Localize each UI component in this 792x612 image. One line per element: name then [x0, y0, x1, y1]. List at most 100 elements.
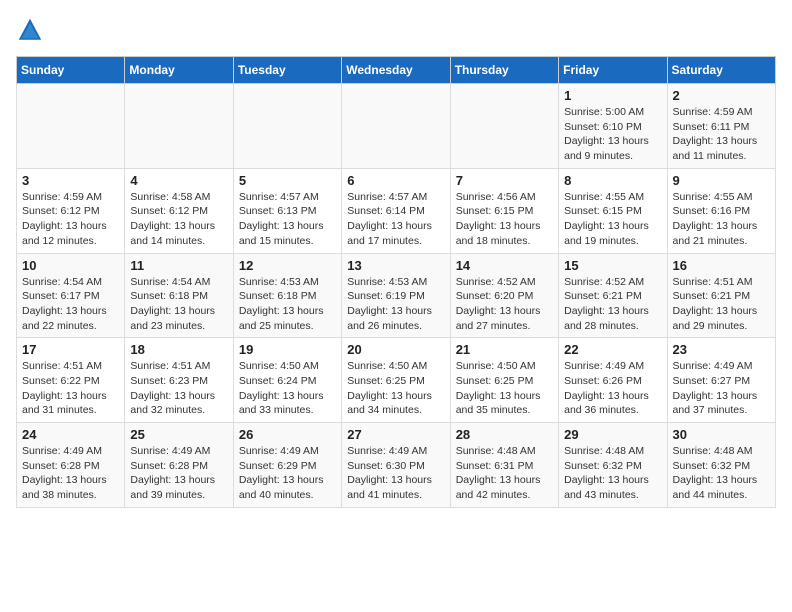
day-info: Sunrise: 4:50 AM Sunset: 6:24 PM Dayligh… — [239, 359, 336, 418]
calendar-day-cell: 1Sunrise: 5:00 AM Sunset: 6:10 PM Daylig… — [559, 84, 667, 169]
calendar-day-cell: 6Sunrise: 4:57 AM Sunset: 6:14 PM Daylig… — [342, 168, 450, 253]
day-number: 4 — [130, 173, 227, 188]
day-number: 18 — [130, 342, 227, 357]
day-number: 14 — [456, 258, 553, 273]
day-info: Sunrise: 4:55 AM Sunset: 6:16 PM Dayligh… — [673, 190, 770, 249]
day-info: Sunrise: 4:54 AM Sunset: 6:17 PM Dayligh… — [22, 275, 119, 334]
calendar-day-cell: 3 Sunrise: 4:59 AM Sunset: 6:12 PM Daylig… — [17, 168, 125, 253]
calendar-day-cell: 27 Sunrise: 4:49 AM Sunset: 6:30 PM Dayli… — [342, 423, 450, 508]
calendar-day-cell: 18 Sunrise: 4:51 AM Sunset: 6:23 PM Dayli… — [125, 338, 233, 423]
day-info: Sunrise: 4:50 AM Sunset: 6:25 PM Dayligh… — [347, 359, 444, 418]
weekday-header-thursday: Thursday — [450, 57, 558, 84]
calendar-day-cell: 15Sunrise: 4:52 AM Sunset: 6:21 PM Dayli… — [559, 253, 667, 338]
day-number: 12 — [239, 258, 336, 273]
day-info: Sunrise: 4:59 AM Sunset: 6:12 PM Dayligh… — [22, 190, 119, 249]
day-info: Sunrise: 4:53 AM Sunset: 6:18 PM Dayligh… — [239, 275, 336, 334]
day-number: 5 — [239, 173, 336, 188]
day-number: 1 — [564, 88, 661, 103]
day-info: Sunrise: 4:52 AM Sunset: 6:20 PM Dayligh… — [456, 275, 553, 334]
day-number: 7 — [456, 173, 553, 188]
calendar-day-cell: 4 Sunrise: 4:58 AM Sunset: 6:12 PM Daylig… — [125, 168, 233, 253]
calendar-day-cell: 28Sunrise: 4:48 AM Sunset: 6:31 PM Dayli… — [450, 423, 558, 508]
day-number: 30 — [673, 427, 770, 442]
calendar-week-row: 1Sunrise: 5:00 AM Sunset: 6:10 PM Daylig… — [17, 84, 776, 169]
calendar-day-cell — [17, 84, 125, 169]
day-number: 22 — [564, 342, 661, 357]
day-number: 10 — [22, 258, 119, 273]
day-info: Sunrise: 4:51 AM Sunset: 6:22 PM Dayligh… — [22, 359, 119, 418]
day-number: 9 — [673, 173, 770, 188]
day-info: Sunrise: 4:49 AM Sunset: 6:28 PM Dayligh… — [130, 444, 227, 503]
day-info: Sunrise: 4:49 AM Sunset: 6:27 PM Dayligh… — [673, 359, 770, 418]
day-info: Sunrise: 4:48 AM Sunset: 6:31 PM Dayligh… — [456, 444, 553, 503]
calendar-week-row: 10 Sunrise: 4:54 AM Sunset: 6:17 PM Dayli… — [17, 253, 776, 338]
day-info: Sunrise: 4:52 AM Sunset: 6:21 PM Dayligh… — [564, 275, 661, 334]
calendar-day-cell: 17 Sunrise: 4:51 AM Sunset: 6:22 PM Dayli… — [17, 338, 125, 423]
calendar-day-cell: 5 Sunrise: 4:57 AM Sunset: 6:13 PM Daylig… — [233, 168, 341, 253]
day-info: Sunrise: 4:51 AM Sunset: 6:21 PM Dayligh… — [673, 275, 770, 334]
day-info: Sunrise: 4:49 AM Sunset: 6:30 PM Dayligh… — [347, 444, 444, 503]
calendar-day-cell: 14 Sunrise: 4:52 AM Sunset: 6:20 PM Dayli… — [450, 253, 558, 338]
calendar-day-cell: 20 Sunrise: 4:50 AM Sunset: 6:25 PM Dayli… — [342, 338, 450, 423]
day-number: 25 — [130, 427, 227, 442]
calendar-table: SundayMondayTuesdayWednesdayThursdayFrid… — [16, 56, 776, 508]
calendar-day-cell: 9 Sunrise: 4:55 AM Sunset: 6:16 PM Daylig… — [667, 168, 775, 253]
day-number: 2 — [673, 88, 770, 103]
day-number: 21 — [456, 342, 553, 357]
day-info: Sunrise: 4:48 AM Sunset: 6:32 PM Dayligh… — [673, 444, 770, 503]
calendar-day-cell: 29 Sunrise: 4:48 AM Sunset: 6:32 PM Dayli… — [559, 423, 667, 508]
day-number: 26 — [239, 427, 336, 442]
weekday-header-wednesday: Wednesday — [342, 57, 450, 84]
day-info: Sunrise: 4:54 AM Sunset: 6:18 PM Dayligh… — [130, 275, 227, 334]
day-number: 11 — [130, 258, 227, 273]
day-number: 20 — [347, 342, 444, 357]
calendar-day-cell: 2 Sunrise: 4:59 AM Sunset: 6:11 PM Daylig… — [667, 84, 775, 169]
calendar-day-cell: 11 Sunrise: 4:54 AM Sunset: 6:18 PM Dayli… — [125, 253, 233, 338]
day-info: Sunrise: 4:56 AM Sunset: 6:15 PM Dayligh… — [456, 190, 553, 249]
day-number: 6 — [347, 173, 444, 188]
calendar-day-cell: 10 Sunrise: 4:54 AM Sunset: 6:17 PM Dayli… — [17, 253, 125, 338]
day-info: Sunrise: 4:57 AM Sunset: 6:13 PM Dayligh… — [239, 190, 336, 249]
calendar-day-cell — [450, 84, 558, 169]
day-number: 19 — [239, 342, 336, 357]
day-number: 29 — [564, 427, 661, 442]
logo-icon — [16, 16, 44, 44]
day-info: Sunrise: 4:49 AM Sunset: 6:26 PM Dayligh… — [564, 359, 661, 418]
calendar-day-cell: 13 Sunrise: 4:53 AM Sunset: 6:19 PM Dayli… — [342, 253, 450, 338]
calendar-day-cell: 26Sunrise: 4:49 AM Sunset: 6:29 PM Dayli… — [233, 423, 341, 508]
day-number: 8 — [564, 173, 661, 188]
calendar-day-cell — [342, 84, 450, 169]
calendar-day-cell: 8 Sunrise: 4:55 AM Sunset: 6:15 PM Daylig… — [559, 168, 667, 253]
day-info: Sunrise: 4:50 AM Sunset: 6:25 PM Dayligh… — [456, 359, 553, 418]
day-number: 13 — [347, 258, 444, 273]
calendar-day-cell: 30 Sunrise: 4:48 AM Sunset: 6:32 PM Dayli… — [667, 423, 775, 508]
day-info: Sunrise: 4:53 AM Sunset: 6:19 PM Dayligh… — [347, 275, 444, 334]
calendar-day-cell: 25 Sunrise: 4:49 AM Sunset: 6:28 PM Dayli… — [125, 423, 233, 508]
calendar-day-cell — [125, 84, 233, 169]
weekday-header-sunday: Sunday — [17, 57, 125, 84]
day-number: 17 — [22, 342, 119, 357]
calendar-day-cell: 19 Sunrise: 4:50 AM Sunset: 6:24 PM Dayli… — [233, 338, 341, 423]
day-number: 27 — [347, 427, 444, 442]
day-number: 23 — [673, 342, 770, 357]
day-number: 16 — [673, 258, 770, 273]
day-info: Sunrise: 4:55 AM Sunset: 6:15 PM Dayligh… — [564, 190, 661, 249]
calendar-week-row: 17 Sunrise: 4:51 AM Sunset: 6:22 PM Dayli… — [17, 338, 776, 423]
day-info: Sunrise: 4:59 AM Sunset: 6:11 PM Dayligh… — [673, 105, 770, 164]
day-info: Sunrise: 4:51 AM Sunset: 6:23 PM Dayligh… — [130, 359, 227, 418]
calendar-day-cell: 23 Sunrise: 4:49 AM Sunset: 6:27 PM Dayli… — [667, 338, 775, 423]
calendar-week-row: 24 Sunrise: 4:49 AM Sunset: 6:28 PM Dayli… — [17, 423, 776, 508]
calendar-week-row: 3 Sunrise: 4:59 AM Sunset: 6:12 PM Daylig… — [17, 168, 776, 253]
weekday-header-monday: Monday — [125, 57, 233, 84]
day-number: 24 — [22, 427, 119, 442]
weekday-header-row: SundayMondayTuesdayWednesdayThursdayFrid… — [17, 57, 776, 84]
day-number: 3 — [22, 173, 119, 188]
calendar-day-cell: 22 Sunrise: 4:49 AM Sunset: 6:26 PM Dayli… — [559, 338, 667, 423]
calendar-day-cell: 12 Sunrise: 4:53 AM Sunset: 6:18 PM Dayli… — [233, 253, 341, 338]
day-info: Sunrise: 4:49 AM Sunset: 6:28 PM Dayligh… — [22, 444, 119, 503]
day-info: Sunrise: 4:48 AM Sunset: 6:32 PM Dayligh… — [564, 444, 661, 503]
day-info: Sunrise: 4:58 AM Sunset: 6:12 PM Dayligh… — [130, 190, 227, 249]
page-header — [16, 16, 776, 44]
weekday-header-tuesday: Tuesday — [233, 57, 341, 84]
weekday-header-saturday: Saturday — [667, 57, 775, 84]
